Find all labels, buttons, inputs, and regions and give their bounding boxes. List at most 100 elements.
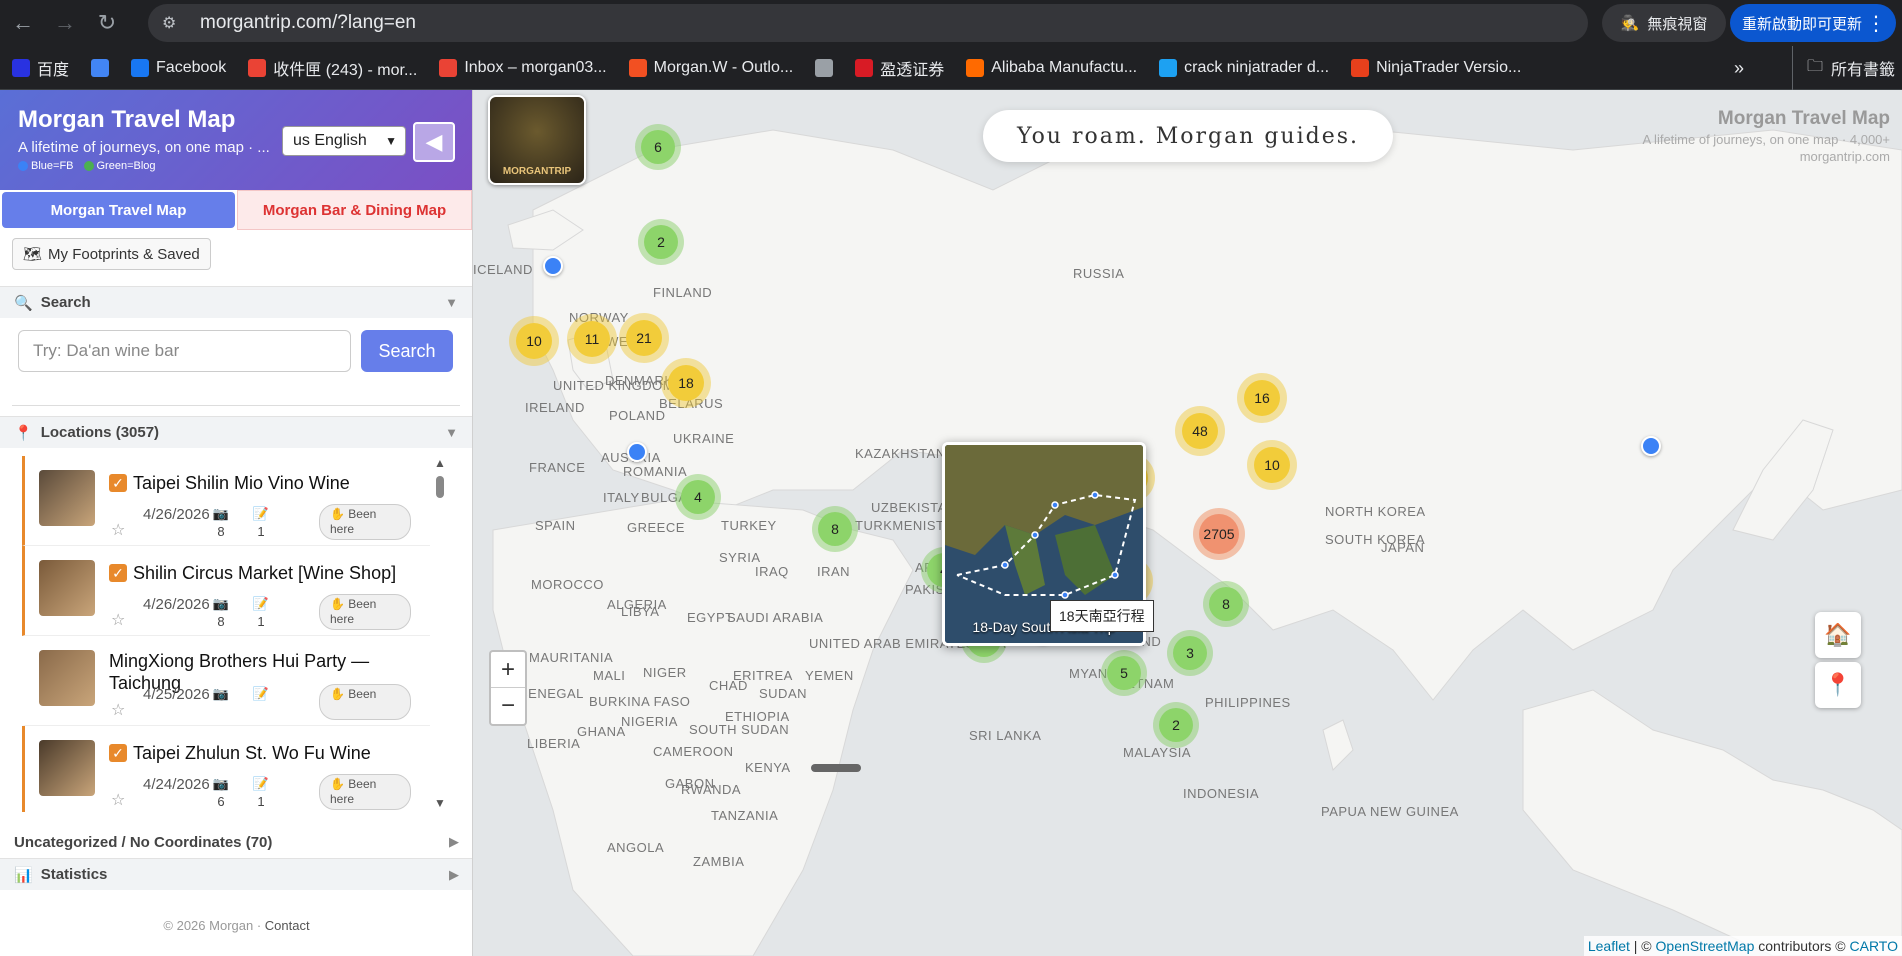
legend-green: Green=Blog <box>83 160 156 172</box>
marker-cluster[interactable]: 2 <box>1153 702 1199 748</box>
marker-cluster[interactable]: 5 <box>1101 650 1147 696</box>
zoom-out-button[interactable]: − <box>491 688 525 724</box>
visited-checkbox[interactable]: ✓ <box>109 564 127 582</box>
marker-cluster[interactable]: 10 <box>509 316 559 366</box>
favorite-star-icon[interactable]: ☆ <box>111 520 125 540</box>
list-scrollbar[interactable]: ▲ ▼ <box>432 456 448 812</box>
facebook-icon <box>131 58 150 77</box>
uncategorized-section-header[interactable]: Uncategorized / No Coordinates (70) ▶ <box>0 826 472 858</box>
bookmark-item[interactable]: crack ninjatrader d... <box>1159 58 1329 77</box>
locations-list: Taipei Shilin Mio Vino Wine ✓ 4/26/2026 ☆ 📷 8… <box>22 456 430 812</box>
marker-cluster[interactable]: 8 <box>1203 581 1249 627</box>
location-thumbnail[interactable] <box>39 650 95 706</box>
marker-cluster[interactable]: 4 <box>675 474 721 520</box>
list-item[interactable]: Taipei Shilin Mio Vino Wine ✓ 4/26/2026 ☆ 📷 8… <box>22 456 430 546</box>
favorite-star-icon[interactable]: ☆ <box>111 610 125 630</box>
been-here-button[interactable]: ✋ Been here <box>319 774 411 810</box>
incognito-badge[interactable]: 🕵 無痕視窗 <box>1602 4 1726 42</box>
marker-cluster[interactable]: 16 <box>1237 373 1287 423</box>
search-input[interactable]: Try: Da'an wine bar <box>18 330 351 372</box>
bookmark-item[interactable]: Inbox – morgan03... <box>439 58 607 77</box>
update-button[interactable]: 重新啟動即可更新 ⋮ <box>1730 4 1896 42</box>
location-thumbnail[interactable] <box>39 740 95 796</box>
favorite-star-icon[interactable]: ☆ <box>111 790 125 810</box>
location-title[interactable]: Shilin Circus Market [Wine Shop] <box>133 562 423 584</box>
map-pin-blue[interactable] <box>1641 436 1661 456</box>
visited-checkbox[interactable]: ✓ <box>109 744 127 762</box>
list-item[interactable]: MingXiong Brothers Hui Party — Taichung 4… <box>22 636 430 726</box>
location-thumbnail[interactable] <box>39 560 95 616</box>
location-title[interactable]: Taipei Shilin Mio Vino Wine <box>133 472 423 494</box>
address-bar[interactable]: ⚙ morgantrip.com/?lang=en ☆ <box>148 4 1588 93</box>
bookmark-item[interactable]: Alibaba Manufactu... <box>966 58 1137 77</box>
country-label: SAUDI ARABIA <box>727 610 824 625</box>
statistics-section-header[interactable]: 📊 Statistics ▶ <box>0 858 472 890</box>
bookmark-item[interactable] <box>815 58 834 77</box>
footprints-button[interactable]: 🗺 My Footprints & Saved <box>12 238 211 270</box>
osm-link[interactable]: OpenStreetMap <box>1656 938 1755 954</box>
language-select[interactable]: us English ▼ <box>282 126 406 156</box>
search-section-header[interactable]: 🔍 Search ▼ <box>0 286 472 318</box>
bookmark-item[interactable]: Facebook <box>131 58 226 77</box>
marker-cluster[interactable]: 6 <box>635 124 681 170</box>
bookmark-item[interactable]: 收件匣 (243) - mor... <box>248 56 417 80</box>
marker-cluster[interactable]: 48 <box>1175 406 1225 456</box>
zoom-in-button[interactable]: + <box>491 652 525 688</box>
been-here-button[interactable]: ✋ Been <box>319 684 411 720</box>
list-item[interactable]: Taipei Zhulun St. Wo Fu Wine ✓ 4/24/2026 ☆ 📷… <box>22 726 430 812</box>
been-here-button[interactable]: ✋ Been here <box>319 594 411 630</box>
scroll-thumb[interactable] <box>436 476 444 498</box>
locate-button[interactable]: 📍 <box>1815 662 1861 708</box>
collapse-sidebar-button[interactable]: ◀ <box>413 122 455 162</box>
marker-cluster[interactable]: 8 <box>812 506 858 552</box>
map-canvas[interactable]: MORGANTRIP You roam. Morgan guides. Morg… <box>473 90 1902 956</box>
scroll-up-icon[interactable]: ▲ <box>434 456 446 470</box>
visited-checkbox[interactable]: ✓ <box>109 474 127 492</box>
bookmark-item[interactable]: NinjaTrader Versio... <box>1351 58 1521 77</box>
marker-cluster[interactable]: 18 <box>661 358 711 408</box>
tab-travel-map[interactable]: Morgan Travel Map <box>2 192 235 228</box>
marker-cluster[interactable]: 3 <box>1167 630 1213 676</box>
location-thumbnail[interactable] <box>39 470 95 526</box>
locations-section-header[interactable]: 📍 Locations (3057) ▼ <box>0 416 472 448</box>
location-title[interactable]: Taipei Zhulun St. Wo Fu Wine <box>133 742 423 764</box>
scroll-down-icon[interactable]: ▼ <box>434 796 446 810</box>
carto-link[interactable]: CARTO <box>1850 938 1899 954</box>
marker-cluster[interactable]: 21 <box>619 313 669 363</box>
bookmark-item[interactable]: Morgan.W - Outlo... <box>628 58 793 77</box>
been-here-button[interactable]: ✋ Been here <box>319 504 411 540</box>
cluster-count: 10 <box>516 323 552 359</box>
bookmark-item[interactable]: 盈透证券 <box>855 56 944 80</box>
contact-link[interactable]: Contact <box>265 918 310 933</box>
bookmark-item[interactable]: 百度 <box>12 56 69 80</box>
bookmark-item[interactable] <box>91 58 110 77</box>
back-icon[interactable]: ← <box>4 4 42 42</box>
forward-icon[interactable]: → <box>46 4 84 42</box>
cluster-count: 16 <box>1244 380 1280 416</box>
list-item[interactable]: Shilin Circus Market [Wine Shop] ✓ 4/26/20… <box>22 546 430 636</box>
site-settings-icon[interactable]: ⚙ <box>162 13 192 33</box>
map-pin-blue[interactable] <box>627 442 647 462</box>
hand-icon: ✋ <box>330 777 349 791</box>
marker-cluster[interactable]: 2 <box>638 219 684 265</box>
note-icon: 📝 <box>252 776 270 791</box>
leaflet-link[interactable]: Leaflet <box>1588 938 1630 954</box>
search-icon: 🔍 <box>14 294 33 312</box>
map-pin-blue[interactable] <box>543 256 563 276</box>
tab-bar-dining-map[interactable]: Morgan Bar & Dining Map <box>237 190 472 230</box>
reload-icon[interactable]: ↻ <box>88 4 126 42</box>
morgantrip-logo[interactable]: MORGANTRIP <box>488 95 586 185</box>
bookmarks-more-icon[interactable]: » <box>1734 46 1744 90</box>
menu-icon[interactable]: ⋮ <box>1866 11 1886 36</box>
drag-handle[interactable] <box>811 764 861 772</box>
home-button[interactable]: 🏠 <box>1815 612 1861 658</box>
favorite-star-icon[interactable]: ☆ <box>111 700 125 720</box>
globe-icon <box>815 58 834 77</box>
marker-cluster[interactable]: 11 <box>567 314 617 364</box>
camera-icon: 📷 <box>212 596 230 611</box>
marker-cluster[interactable]: 10 <box>1247 440 1297 490</box>
search-button[interactable]: Search <box>361 330 453 372</box>
marker-cluster[interactable]: 2705 <box>1193 508 1245 560</box>
all-bookmarks-folder[interactable]: 🗀 所有書籤 <box>1792 46 1895 90</box>
country-label: SOUTH SUDAN <box>689 722 790 737</box>
